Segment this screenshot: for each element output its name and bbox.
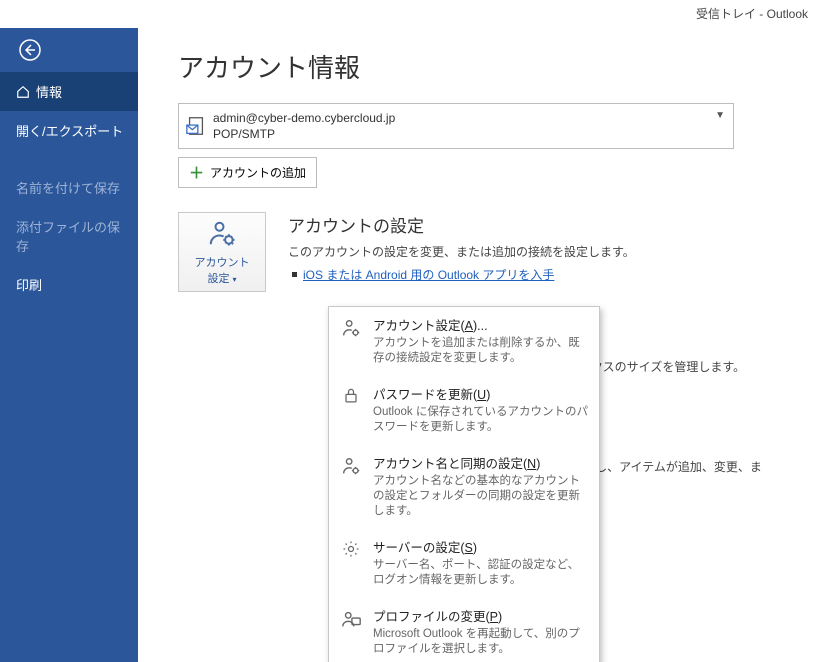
section-desc: このアカウントの設定を変更、または追加の接続を設定します。	[288, 243, 635, 260]
page-title: アカウント情報	[178, 48, 816, 85]
mail-icon	[179, 115, 213, 137]
sidebar-item-print[interactable]: 印刷	[0, 265, 138, 304]
person-gear-icon	[207, 218, 237, 248]
sidebar-item-label: 印刷	[16, 275, 42, 294]
sidebar-item-label: 開く/エクスポート	[16, 121, 123, 140]
menu-item-change-profile[interactable]: プロファイルの変更(P) Microsoft Outlook を再起動して、別の…	[329, 598, 599, 662]
account-email: admin@cyber-demo.cybercloud.jp	[213, 110, 395, 126]
sidebar-item-info[interactable]: 情報	[0, 72, 138, 111]
sidebar-item-save-attachment: 添付ファイルの保存	[0, 207, 138, 265]
menu-item-account-name-sync[interactable]: アカウント名と同期の設定(N) アカウント名などの基本的なアカウントの設定とフォ…	[329, 445, 599, 529]
person-gear-icon	[339, 315, 363, 366]
account-settings-menu: アカウント設定(A)... アカウントを追加または削除するか、既存の接続設定を変…	[328, 306, 600, 662]
account-selector[interactable]: admin@cyber-demo.cybercloud.jp POP/SMTP …	[178, 103, 734, 149]
window-title: 受信トレイ - Outlook	[0, 0, 816, 28]
person-gear-icon	[339, 453, 363, 519]
account-settings-button[interactable]: アカウント 設定 ▾	[178, 212, 266, 292]
menu-item-account-settings[interactable]: アカウント設定(A)... アカウントを追加または削除するか、既存の接続設定を変…	[329, 307, 599, 376]
outlook-mobile-link[interactable]: iOS または Android 用の Outlook アプリを入手	[303, 266, 554, 283]
sidebar-item-saveas: 名前を付けて保存	[0, 168, 138, 207]
profile-icon	[339, 606, 363, 657]
sidebar-item-label: 添付ファイルの保存	[16, 217, 126, 255]
add-account-button[interactable]: ＋ アカウントの追加	[178, 157, 317, 188]
lock-icon	[339, 384, 363, 435]
section-title: アカウントの設定	[288, 212, 635, 237]
menu-item-update-password[interactable]: パスワードを更新(U) Outlook に保存されているアカウントのパスワードを…	[329, 376, 599, 445]
account-type: POP/SMTP	[213, 126, 395, 142]
gear-icon	[339, 537, 363, 588]
back-button[interactable]	[0, 28, 138, 72]
menu-item-server-settings[interactable]: サーバーの設定(S) サーバー名、ポート、認証の設定など、ログオン情報を更新しま…	[329, 529, 599, 598]
chevron-down-icon: ▼	[715, 110, 725, 121]
add-account-label: アカウントの追加	[210, 164, 306, 181]
backstage-sidebar: 情報 開く/エクスポート 名前を付けて保存 添付ファイルの保存 印刷	[0, 28, 138, 662]
sidebar-item-label: 情報	[36, 82, 62, 101]
plus-icon: ＋	[189, 162, 204, 183]
sidebar-item-label: 名前を付けて保存	[16, 178, 120, 197]
sidebar-item-open-export[interactable]: 開く/エクスポート	[0, 111, 138, 150]
